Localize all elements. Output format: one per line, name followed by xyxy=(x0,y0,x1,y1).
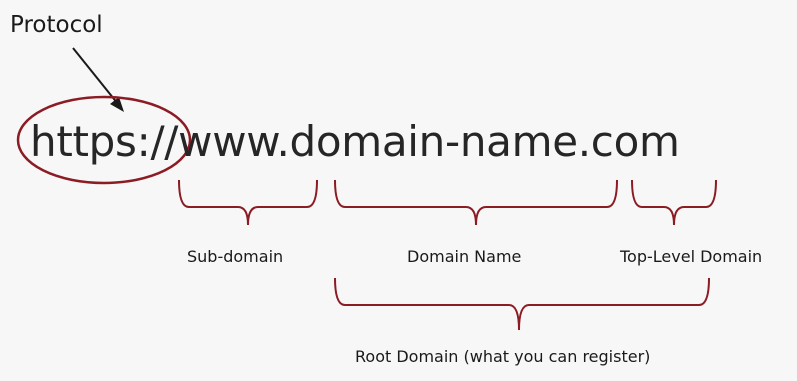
diagram-canvas: Protocol https://www.domain-name.com Sub… xyxy=(0,0,797,381)
subdomain-bracket xyxy=(178,179,318,226)
tld-label: Top-Level Domain xyxy=(620,247,763,266)
domain-name-label: Domain Name xyxy=(407,247,522,266)
protocol-arrow-head xyxy=(110,97,124,112)
root-domain-bracket xyxy=(334,277,710,331)
subdomain-label: Sub-domain xyxy=(187,247,284,266)
tld-bracket xyxy=(631,179,717,226)
diagram-overlay xyxy=(16,47,717,331)
url-text: https://www.domain-name.com xyxy=(30,117,680,166)
protocol-arrow-line xyxy=(72,47,119,105)
root-domain-label: Root Domain (what you can register) xyxy=(355,347,651,366)
domain-name-bracket xyxy=(334,179,618,226)
